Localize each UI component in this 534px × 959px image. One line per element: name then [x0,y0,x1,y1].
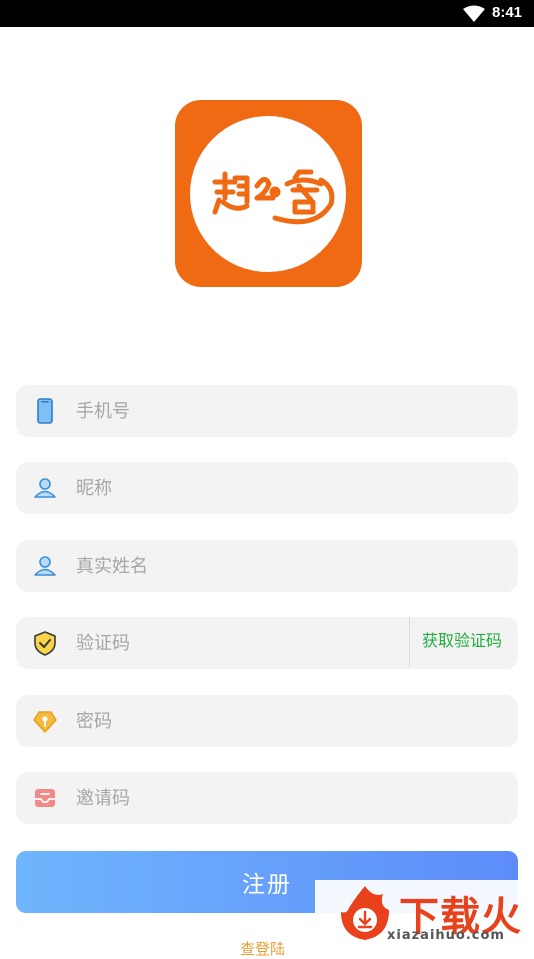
phone-input[interactable] [76,385,396,437]
password-input[interactable] [76,695,396,747]
logo-wordmark-icon [212,169,335,225]
nickname-field[interactable] [16,462,518,514]
phone-field[interactable] [16,385,518,437]
invite-field[interactable] [16,772,518,824]
inbox-icon [35,789,55,807]
watermark: 下载火 xiazaihuo.com [315,880,534,949]
realname-input[interactable] [76,540,396,592]
realname-field[interactable] [16,540,518,592]
watermark-url: xiazaihuo.com [387,928,505,943]
field-divider [409,617,410,667]
status-bar: 8:41 [0,0,534,27]
password-field[interactable] [16,695,518,747]
shield-check-icon [34,631,56,656]
code-input[interactable] [76,617,396,669]
code-field[interactable]: 获取验证码 [16,617,518,669]
key-icon [33,711,57,733]
flame-download-icon [341,886,389,940]
invite-input[interactable] [76,772,396,824]
phone-icon [37,398,53,424]
user-icon [34,478,56,498]
nickname-input[interactable] [76,462,396,514]
app-logo [175,100,362,287]
wifi-icon [463,5,485,22]
status-time: 8:41 [492,4,523,21]
user-icon [34,556,56,576]
get-code-button[interactable]: 获取验证码 [422,617,502,669]
